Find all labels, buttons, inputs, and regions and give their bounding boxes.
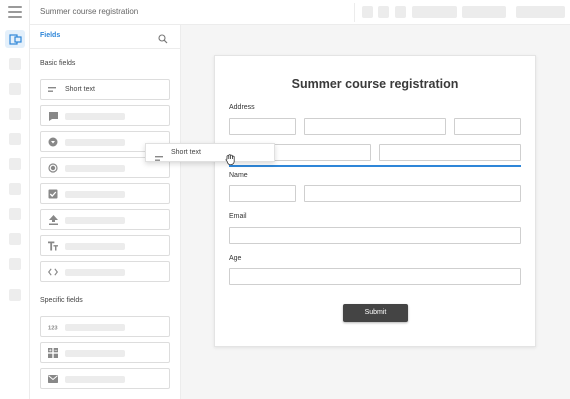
field-tile-number[interactable]: 123 [40,316,170,337]
svg-text:123: 123 [48,325,58,331]
field-tile-paragraph[interactable] [40,105,170,126]
field-tile-label: Short text [65,86,95,93]
paragraph-icon [48,111,58,121]
field-tile-label-placeholder [65,243,125,250]
rail-item-icon[interactable] [9,133,21,145]
rail-item-icon[interactable] [9,83,21,95]
dropdown-icon [48,137,58,147]
code-icon [48,267,58,277]
toolbar-button[interactable] [378,6,389,18]
field-tile-label-placeholder [65,191,125,198]
topbar-divider [354,3,355,22]
field-tile-label-placeholder [65,217,125,224]
text-style-icon [48,241,58,251]
field-tile-label-placeholder [65,350,125,357]
toolbar-button[interactable] [362,6,373,18]
checkbox-icon [48,189,58,199]
drop-indicator [229,165,521,167]
field-tile-short-text[interactable]: Short text [40,79,170,100]
rail-item-icon[interactable] [9,158,21,170]
field-tile-label-placeholder [65,165,125,172]
radio-icon [48,163,58,173]
rail-item-icon[interactable] [9,258,21,270]
form-title: Summer course registration [291,77,459,91]
name-label: Name [229,172,248,179]
rail-item-icon[interactable] [9,108,21,120]
short-text-icon [48,85,58,95]
toolbar-button[interactable] [395,6,406,18]
rail-item-icon[interactable] [9,58,21,70]
address-street-input[interactable] [304,118,446,135]
calculator-icon [48,348,58,358]
app-title: Summer course registration [40,7,139,16]
email-label: Email [229,213,247,220]
top-bar: Summer course registration [30,0,570,25]
grab-cursor-icon [225,152,235,170]
field-tile-upload[interactable] [40,209,170,230]
form-builder-icon[interactable] [5,30,25,48]
field-tile-label-placeholder [65,113,125,120]
field-tile-checkbox[interactable] [40,183,170,204]
specific-fields-heading: Specific fields [40,297,83,304]
field-tile-text-style[interactable] [40,235,170,256]
rail-item-icon[interactable] [9,233,21,245]
drag-ghost-label: Short text [171,149,201,156]
search-icon[interactable] [158,31,168,49]
field-tile-calculator[interactable] [40,342,170,363]
number-icon: 123 [48,322,58,332]
hamburger-icon[interactable] [8,6,22,18]
address-number-input[interactable] [454,118,521,135]
address-label: Address [229,104,255,111]
submit-button[interactable]: Submit [343,304,408,322]
address-line-input[interactable] [229,118,296,135]
field-tile-label-placeholder [65,324,125,331]
drag-ghost-short-text[interactable]: Short text [145,143,275,162]
icon-rail [0,0,30,399]
basic-fields-heading: Basic fields [40,60,76,67]
email-icon [48,374,58,384]
upload-icon [48,215,58,225]
fields-panel: Fields Basic fields Short text Specific … [30,25,181,399]
rail-item-icon[interactable] [9,289,21,301]
name-last-input[interactable] [304,185,521,202]
toolbar-button[interactable] [462,6,506,18]
short-text-icon [155,149,165,167]
rail-item-icon[interactable] [9,183,21,195]
field-tile-label-placeholder [65,376,125,383]
toolbar-button[interactable] [412,6,457,18]
age-label: Age [229,255,242,262]
field-tile-label-placeholder [65,139,125,146]
email-input[interactable] [229,227,521,244]
field-tile-label-placeholder [65,269,125,276]
rail-item-icon[interactable] [9,208,21,220]
address-zip-input[interactable] [379,144,521,161]
name-first-input[interactable] [229,185,296,202]
panel-header: Fields [30,25,180,49]
age-input[interactable] [229,268,521,285]
toolbar-button[interactable] [516,6,565,18]
field-tile-code[interactable] [40,261,170,282]
field-tile-email[interactable] [40,368,170,389]
fields-tab[interactable]: Fields [40,32,60,39]
